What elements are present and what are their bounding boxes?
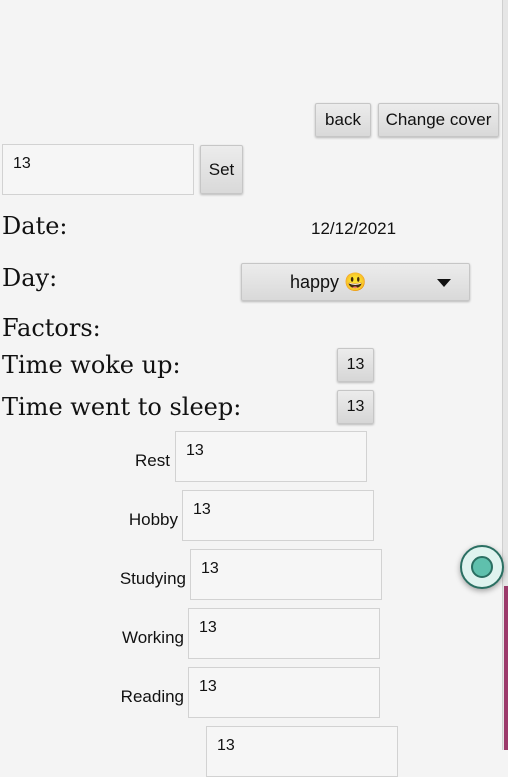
factor-label-rest: Rest (135, 451, 170, 470)
chevron-down-icon (437, 279, 451, 287)
factor-input-studying[interactable]: 13 (190, 549, 382, 600)
time-went-to-sleep-label: Time went to sleep: (2, 393, 242, 421)
date-value[interactable]: 12/12/2021 (311, 219, 396, 239)
background-app-strip (504, 586, 508, 750)
time-woke-up-button[interactable]: 13 (337, 348, 374, 382)
time-went-to-sleep-button[interactable]: 13 (337, 390, 374, 424)
factor-input-rest[interactable]: 13 (175, 431, 367, 482)
title-input[interactable]: 13 (2, 144, 194, 195)
factor-input-partial[interactable]: 13 (206, 726, 398, 777)
set-button[interactable]: Set (200, 145, 243, 194)
day-dropdown[interactable]: happy 😃 (241, 263, 470, 301)
day-dropdown-value: happy 😃 (290, 271, 367, 292)
factor-label-hobby: Hobby (128, 510, 178, 529)
factor-label-studying: Studying (119, 569, 186, 588)
factor-input-hobby[interactable]: 13 (182, 490, 374, 541)
factor-input-reading[interactable]: 13 (188, 667, 380, 718)
date-label: Date: (2, 212, 68, 240)
floating-action-button[interactable] (460, 545, 504, 589)
circle-icon (471, 556, 493, 578)
back-button[interactable]: back (315, 103, 371, 137)
time-woke-up-label: Time woke up: (2, 351, 181, 379)
factor-label-working: Working (121, 628, 184, 647)
factor-input-working[interactable]: 13 (188, 608, 380, 659)
day-label: Day: (2, 264, 58, 292)
factors-heading: Factors: (2, 314, 101, 342)
factor-label-reading: Reading (120, 687, 184, 706)
change-cover-button[interactable]: Change cover (378, 103, 499, 137)
